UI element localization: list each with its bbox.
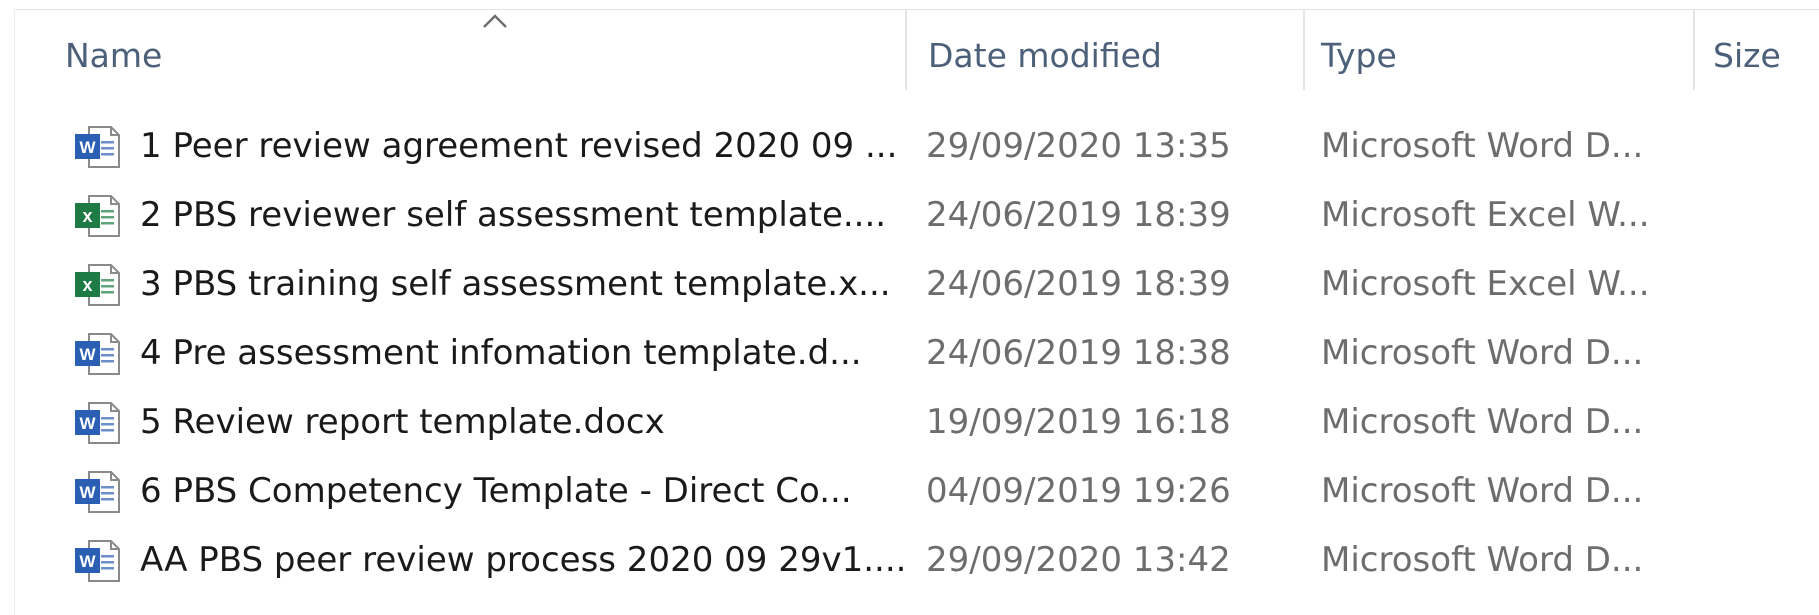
column-header-date-modified[interactable]: Date modified (928, 10, 1288, 102)
file-name: 6 PBS Competency Template - Direct Co... (140, 471, 852, 511)
file-row[interactable]: W 4 Pre assessment infomation template.d… (15, 319, 1819, 387)
column-header-type[interactable]: Type (1321, 10, 1681, 102)
word-doc-icon: W (75, 333, 120, 375)
word-doc-icon: W (75, 126, 120, 168)
column-header-size[interactable]: Size (1713, 10, 1813, 102)
column-divider[interactable] (1303, 10, 1305, 90)
file-date-modified: 29/09/2020 13:35 (926, 126, 1231, 166)
svg-text:W: W (79, 552, 96, 571)
file-date-modified: 24/06/2019 18:39 (926, 264, 1231, 304)
word-doc-icon: W (75, 402, 120, 444)
file-type: Microsoft Word D... (1321, 471, 1644, 511)
excel-sheet-icon: x (75, 195, 120, 237)
word-doc-icon: W (75, 471, 120, 513)
svg-text:W: W (79, 138, 96, 157)
column-divider[interactable] (1693, 10, 1695, 90)
svg-text:W: W (79, 414, 96, 433)
file-explorer-details-view: Name Date modified Type Size W 1 Peer re… (0, 0, 1819, 615)
column-divider[interactable] (905, 10, 907, 90)
svg-text:x: x (82, 206, 92, 226)
excel-sheet-icon: x (75, 264, 120, 306)
file-name: 4 Pre assessment infomation template.d..… (140, 333, 862, 373)
file-type: Microsoft Excel W... (1321, 264, 1650, 304)
column-header-name[interactable]: Name (65, 10, 905, 102)
file-date-modified: 19/09/2019 16:18 (926, 402, 1231, 442)
file-type: Microsoft Word D... (1321, 540, 1644, 580)
file-date-modified: 24/06/2019 18:39 (926, 195, 1231, 235)
file-row[interactable]: x 3 PBS training self assessment templat… (15, 250, 1819, 318)
file-date-modified: 04/09/2019 19:26 (926, 471, 1231, 511)
file-type: Microsoft Word D... (1321, 333, 1644, 373)
word-doc-icon: W (75, 540, 120, 582)
file-name: 2 PBS reviewer self assessment template.… (140, 195, 887, 235)
file-date-modified: 29/09/2020 13:42 (926, 540, 1231, 580)
file-date-modified: 24/06/2019 18:38 (926, 333, 1231, 373)
file-type: Microsoft Word D... (1321, 402, 1644, 442)
file-row[interactable]: W 1 Peer review agreement revised 2020 0… (15, 112, 1819, 180)
file-row[interactable]: x 2 PBS reviewer self assessment templat… (15, 181, 1819, 249)
file-row[interactable]: W AA PBS peer review process 2020 09 29v… (15, 526, 1819, 594)
svg-text:W: W (79, 483, 96, 502)
file-name: 5 Review report template.docx (140, 402, 665, 442)
file-name: 1 Peer review agreement revised 2020 09 … (140, 126, 898, 166)
file-name: AA PBS peer review process 2020 09 29v1.… (140, 540, 907, 580)
file-row[interactable]: W 6 PBS Competency Template - Direct Co.… (15, 457, 1819, 525)
file-row[interactable]: W 5 Review report template.docx 19/09/20… (15, 388, 1819, 456)
svg-text:x: x (82, 275, 92, 295)
file-type: Microsoft Excel W... (1321, 195, 1650, 235)
file-type: Microsoft Word D... (1321, 126, 1644, 166)
file-name: 3 PBS training self assessment template.… (140, 264, 891, 304)
svg-text:W: W (79, 345, 96, 364)
column-header-row: Name Date modified Type Size (15, 10, 1819, 102)
